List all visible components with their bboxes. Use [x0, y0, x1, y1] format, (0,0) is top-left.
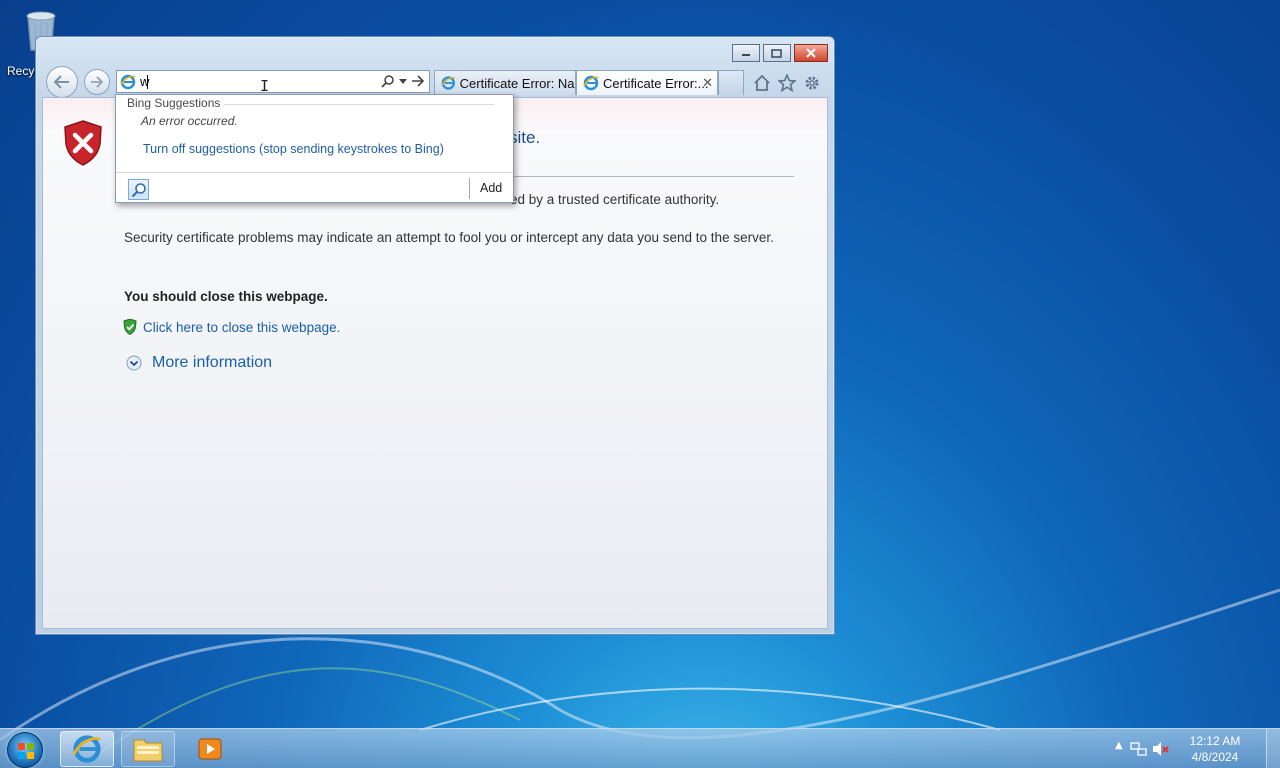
tab-certificate-error-1[interactable]: Certificate Error: Na... — [434, 70, 576, 95]
window-controls — [732, 44, 828, 62]
ie-icon — [441, 76, 456, 90]
start-button[interactable] — [7, 732, 43, 768]
dropdown-arrow-icon[interactable] — [399, 79, 407, 84]
more-information-text[interactable]: More information — [152, 354, 272, 372]
add-search-provider-button[interactable]: Add — [480, 181, 502, 195]
tools-button[interactable] — [802, 73, 822, 93]
show-desktop-button[interactable] — [1266, 729, 1280, 768]
close-webpage-link-text[interactable]: Click here to close this webpage. — [143, 320, 340, 335]
home-button[interactable] — [752, 73, 772, 93]
back-button[interactable] — [46, 66, 78, 98]
shield-error-icon — [64, 120, 102, 166]
more-information-toggle[interactable]: More information — [126, 354, 272, 372]
windows-logo-icon — [18, 743, 34, 759]
clock-time: 12:12 AM — [1189, 734, 1241, 748]
bing-suggestions-popup: Bing Suggestions An error occurred. Turn… — [115, 94, 514, 203]
search-provider-button[interactable] — [128, 179, 149, 200]
ie-icon — [583, 75, 599, 91]
back-arrow-icon — [53, 75, 69, 89]
media-player-icon — [198, 738, 222, 760]
taskbar: ▲ 12:12 AM 4/8/2024 — [0, 728, 1280, 768]
new-tab-button[interactable] — [718, 70, 744, 95]
suggestions-header-rule — [224, 104, 494, 105]
paragraph-close-advice: You should close this webpage. — [124, 289, 328, 304]
green-shield-icon — [123, 319, 137, 335]
clock[interactable]: 12:12 AM 4/8/2024 — [1170, 733, 1260, 765]
folder-icon — [133, 739, 163, 762]
close-icon — [806, 48, 816, 58]
paragraph-security-warning: Security certificate problems may indica… — [124, 230, 774, 245]
gear-icon — [805, 76, 819, 90]
turn-off-suggestions-link[interactable]: Turn off suggestions (stop sending keyst… — [143, 142, 444, 156]
search-icon — [131, 182, 146, 197]
taskbar-media-player[interactable] — [183, 731, 237, 767]
show-hidden-icons-button[interactable]: ▲ — [1115, 740, 1123, 751]
close-webpage-link[interactable]: Click here to close this webpage. — [123, 319, 340, 335]
footer-separator — [469, 178, 470, 199]
suggestions-header: Bing Suggestions — [127, 96, 221, 110]
tab-label: Certificate Error:... — [603, 75, 709, 91]
volume-muted-icon[interactable] — [1152, 741, 1170, 757]
forward-button[interactable] — [84, 69, 110, 95]
home-icon — [754, 74, 770, 91]
network-icon[interactable] — [1130, 741, 1148, 757]
taskbar-internet-explorer[interactable] — [60, 731, 114, 767]
ie-icon — [120, 74, 136, 90]
clock-date: 4/8/2024 — [1191, 750, 1239, 764]
address-bar[interactable]: w — [116, 70, 430, 93]
tab-label: Certificate Error: Na... — [459, 75, 575, 91]
forward-arrow-icon — [91, 76, 104, 88]
expand-chevron-icon — [126, 355, 142, 371]
ie-icon — [72, 735, 101, 763]
minimize-button[interactable] — [732, 44, 760, 62]
close-window-button[interactable] — [794, 44, 828, 62]
paragraph-cert-authority: ed by a trusted certificate authority. — [510, 192, 720, 207]
suggestions-footer-rule — [116, 172, 513, 173]
text-caret — [147, 75, 148, 89]
favorites-star-icon — [778, 74, 796, 92]
tab-close-button[interactable]: ✕ — [702, 75, 713, 91]
system-tray: ▲ 12:12 AM 4/8/2024 — [1110, 729, 1280, 768]
go-arrow-icon[interactable] — [411, 74, 425, 88]
favorites-button[interactable] — [777, 73, 797, 93]
minimize-icon — [742, 54, 750, 56]
page-heading: site. — [509, 128, 541, 147]
taskbar-windows-explorer[interactable] — [121, 731, 175, 767]
restore-icon — [771, 49, 782, 58]
restore-button[interactable] — [763, 44, 791, 62]
suggestions-error: An error occurred. — [141, 114, 238, 128]
tab-certificate-error-2[interactable]: Certificate Error:... ✕ — [576, 70, 718, 95]
text-cursor-icon: I — [260, 77, 270, 95]
search-icon[interactable] — [381, 74, 395, 88]
